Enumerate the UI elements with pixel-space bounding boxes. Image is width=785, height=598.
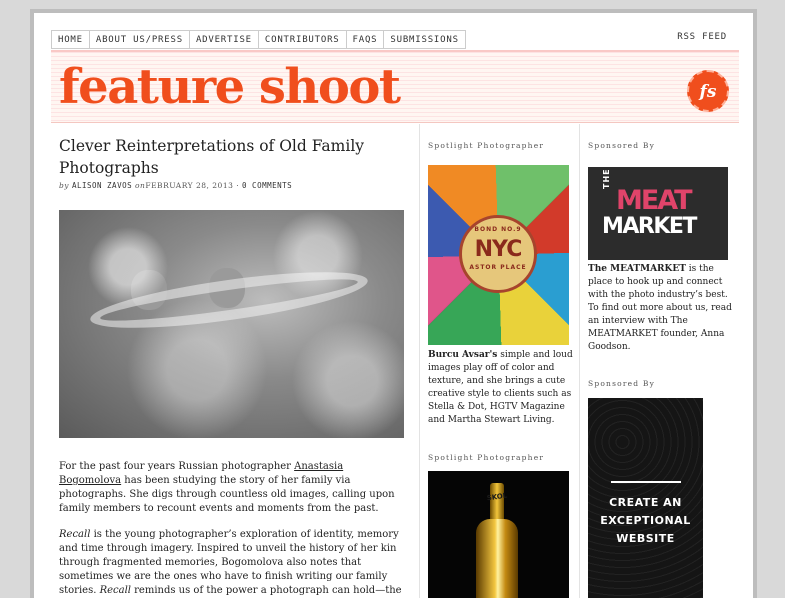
sponsor-column: Sponsored By THE MEAT MARKET The MEATMAR… <box>588 141 738 598</box>
sponsor-heading-2: Sponsored By <box>588 379 656 388</box>
nav-contributors[interactable]: CONTRIBUTORS <box>259 31 347 48</box>
paragraph-2: Recall is the young photographer’s explo… <box>59 529 402 596</box>
sponsor-heading: Sponsored By <box>588 141 656 150</box>
photo-frost <box>59 210 404 438</box>
ad-rule <box>611 481 681 483</box>
site-banner: feature shoot fs <box>51 50 739 123</box>
spotlight-image[interactable]: BOND NO.9 NYC ASTOR PLACE <box>428 165 569 345</box>
author-link[interactable]: ALISON ZAVOS <box>72 181 132 190</box>
main-article: Clever Reinterpretations of Old Family P… <box>59 135 409 596</box>
nav-submissions[interactable]: SUBMISSIONS <box>384 31 464 48</box>
column-divider <box>579 124 580 598</box>
byline-separator: · <box>233 181 243 190</box>
column-divider <box>419 124 420 598</box>
post-body: For the past four years Russian photogra… <box>59 460 404 598</box>
meatmarket-ad[interactable]: THE MEAT MARKET <box>588 167 728 260</box>
bond-seal: BOND NO.9 NYC ASTOR PLACE <box>459 215 537 293</box>
bottle-body <box>476 519 518 598</box>
rss-feed-link[interactable]: RSS FEED <box>677 32 727 42</box>
nav-advertise[interactable]: ADVERTISE <box>190 31 259 48</box>
nav-faqs[interactable]: FAQS <box>347 31 385 48</box>
photographer-name-link[interactable]: Burcu Avsar's <box>428 350 497 360</box>
spotlight-heading-2: Spotlight Photographer <box>428 453 545 462</box>
post-photo[interactable] <box>59 210 404 438</box>
nav-home[interactable]: HOME <box>52 31 90 48</box>
page-frame: HOME ABOUT US/PRESS ADVERTISE CONTRIBUTO… <box>30 9 757 598</box>
spotlight-column: Spotlight Photographer BOND NO.9 NYC AST… <box>428 141 578 598</box>
site-logo[interactable]: feature shoot <box>59 63 401 111</box>
ad-cta: CREATE AN EXCEPTIONAL WEBSITE <box>600 496 691 545</box>
spotlight-heading: Spotlight Photographer <box>428 141 545 150</box>
nav-about[interactable]: ABOUT US/PRESS <box>90 31 190 48</box>
comments-link[interactable]: 0 COMMENTS <box>242 181 292 190</box>
spotlight-caption: Burcu Avsar's simple and loud images pla… <box>428 350 573 425</box>
paragraph-1: For the past four years Russian photogra… <box>59 461 395 514</box>
fs-badge-icon: fs <box>687 70 729 112</box>
post-byline: by ALISON ZAVOS onFEBRUARY 28, 2013 · 0 … <box>59 181 409 190</box>
post-title[interactable]: Clever Reinterpretations of Old Family P… <box>59 135 409 179</box>
spotlight-image-2[interactable]: SKOL <box>428 471 569 598</box>
sponsor-name-link[interactable]: The MEATMARKET <box>588 264 686 274</box>
website-ad[interactable]: CREATE AN EXCEPTIONAL WEBSITE <box>588 398 703 598</box>
byline-on: on <box>135 181 146 190</box>
byline-by: by <box>59 181 70 190</box>
post-date: FEBRUARY 28, 2013 <box>145 181 234 190</box>
bottle-neck <box>490 483 504 523</box>
sponsor-caption: The MEATMARKET is the place to hook up a… <box>588 264 732 352</box>
top-nav: HOME ABOUT US/PRESS ADVERTISE CONTRIBUTO… <box>51 30 466 49</box>
